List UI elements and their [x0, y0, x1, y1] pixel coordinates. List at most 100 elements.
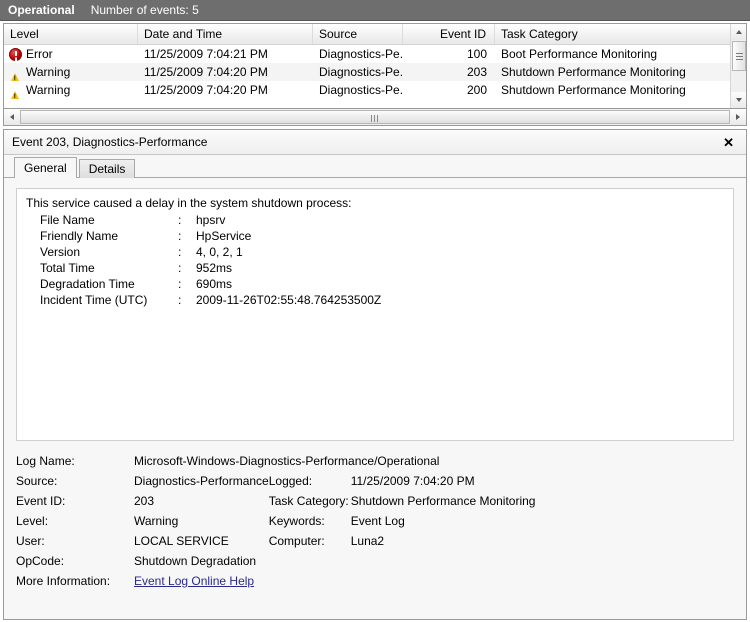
- list-item: Incident Time (UTC) : 2009-11-26T02:55:4…: [40, 292, 381, 308]
- cell-source: Diagnostics-Pe...: [319, 47, 403, 61]
- value-user: LOCAL SERVICE: [134, 534, 229, 548]
- column-header-level[interactable]: Level: [4, 24, 138, 44]
- list-item: Total Time : 952ms: [40, 260, 381, 276]
- event-detail-titlebar: Event 203, Diagnostics-Performance ✕: [4, 130, 746, 155]
- field-value: hpsrv: [196, 213, 226, 227]
- detail-tab-body: This service caused a delay in the syste…: [4, 177, 746, 619]
- cell-level: Warning: [4, 81, 138, 99]
- log-status-strip: Operational Number of events: 5: [0, 0, 750, 21]
- chevron-right-icon: [736, 114, 740, 120]
- value-logged: 11/25/2009 7:04:20 PM: [350, 474, 475, 488]
- cell-task-category: Shutdown Performance Monitoring: [501, 83, 686, 97]
- value-event-id: 203: [134, 494, 155, 508]
- scroll-left-button[interactable]: [4, 109, 20, 125]
- label-event-id: Event ID:: [16, 494, 66, 508]
- field-separator: :: [178, 245, 182, 259]
- field-key: Total Time: [40, 261, 95, 275]
- event-list-horizontal-scrollbar[interactable]: [3, 109, 747, 126]
- table-row: More Information: Event Log Online Help: [16, 571, 535, 591]
- label-level: Level:: [16, 514, 49, 528]
- value-more-information: Event Log Online Help: [134, 571, 535, 591]
- table-row: Source: Diagnostics-Performance Logged: …: [16, 471, 535, 491]
- label-logged: Logged:: [268, 474, 313, 488]
- event-count-label: Number of events: 5: [90, 3, 199, 17]
- label-user: User:: [16, 534, 45, 548]
- cell-task-category: Shutdown Performance Monitoring: [501, 65, 686, 79]
- field-key: Incident Time (UTC): [40, 293, 148, 307]
- event-metadata: Log Name: Microsoft-Windows-Diagnostics-…: [16, 451, 734, 591]
- field-value: 690ms: [196, 277, 233, 291]
- event-message-fields: File Name : hpsrv Friendly Name : HpServ…: [40, 212, 381, 308]
- field-value: HpService: [196, 229, 252, 243]
- label-computer: Computer:: [268, 534, 325, 548]
- event-message-box: This service caused a delay in the syste…: [16, 188, 734, 441]
- label-keywords: Keywords:: [268, 514, 325, 528]
- cell-level-label: Warning: [26, 83, 71, 97]
- value-computer: Luna2: [350, 534, 385, 548]
- field-separator: :: [178, 213, 182, 227]
- value-level: Warning: [134, 514, 179, 528]
- field-value: 2009-11-26T02:55:48.764253500Z: [196, 293, 382, 307]
- table-row: Log Name: Microsoft-Windows-Diagnostics-…: [16, 451, 535, 471]
- column-header-date[interactable]: Date and Time: [138, 24, 313, 44]
- label-log-name: Log Name:: [16, 454, 75, 468]
- close-icon[interactable]: ✕: [719, 134, 738, 151]
- value-source: Diagnostics-Performance: [134, 474, 269, 488]
- column-header-task-category[interactable]: Task Category: [495, 24, 730, 44]
- cell-event-id: 100: [466, 47, 487, 61]
- scroll-right-button[interactable]: [730, 109, 746, 125]
- error-icon: [9, 47, 22, 61]
- grip-icon: [736, 53, 743, 60]
- field-separator: :: [178, 277, 182, 291]
- cell-level: Warning: [4, 63, 138, 81]
- chevron-left-icon: [10, 114, 14, 120]
- cell-level: Error: [4, 45, 138, 63]
- value-opcode: Shutdown Degradation: [134, 554, 257, 568]
- vertical-scrollbar-thumb[interactable]: [732, 41, 746, 71]
- grip-icon: [371, 115, 379, 122]
- field-separator: :: [178, 261, 182, 275]
- table-row: Event ID: 203 Task Category: Shutdown Pe…: [16, 491, 535, 511]
- list-item: Friendly Name : HpService: [40, 228, 381, 244]
- list-item: File Name : hpsrv: [40, 212, 381, 228]
- field-key: Version: [40, 245, 81, 259]
- value-log-name: Microsoft-Windows-Diagnostics-Performanc…: [134, 454, 440, 468]
- column-header-source[interactable]: Source: [313, 24, 403, 44]
- horizontal-scrollbar-thumb[interactable]: [20, 110, 730, 124]
- chevron-down-icon: [736, 98, 742, 102]
- cell-date: 11/25/2009 7:04:20 PM: [144, 83, 268, 97]
- table-row[interactable]: Error 11/25/2009 7:04:21 PM Diagnostics-…: [4, 45, 746, 63]
- scroll-up-button[interactable]: [731, 24, 746, 40]
- event-log-online-help-link[interactable]: Event Log Online Help: [134, 574, 254, 588]
- tab-general[interactable]: General: [14, 157, 77, 178]
- table-row: OpCode: Shutdown Degradation: [16, 551, 535, 571]
- event-detail-title: Event 203, Diagnostics-Performance: [12, 135, 208, 149]
- event-message-headline: This service caused a delay in the syste…: [26, 196, 352, 210]
- event-list-rows: Error 11/25/2009 7:04:21 PM Diagnostics-…: [4, 45, 746, 99]
- field-separator: :: [178, 293, 182, 307]
- cell-source: Diagnostics-Pe...: [319, 65, 403, 79]
- label-source: Source:: [16, 474, 58, 488]
- event-metadata-table: Log Name: Microsoft-Windows-Diagnostics-…: [16, 451, 535, 591]
- detail-tabstrip: General Details: [4, 155, 746, 178]
- cell-source: Diagnostics-Pe...: [319, 83, 403, 97]
- field-value: 4, 0, 2, 1: [196, 245, 243, 259]
- field-key: Friendly Name: [40, 229, 119, 243]
- label-more-information: More Information:: [16, 574, 111, 588]
- list-item: Version : 4, 0, 2, 1: [40, 244, 381, 260]
- event-list-vertical-scrollbar[interactable]: [730, 24, 746, 108]
- tab-details[interactable]: Details: [78, 159, 136, 178]
- field-key: File Name: [40, 213, 95, 227]
- chevron-up-icon: [736, 30, 742, 34]
- event-list-pane: Level Date and Time Source Event ID Task…: [3, 23, 747, 109]
- column-header-event-id[interactable]: Event ID: [403, 24, 495, 44]
- scroll-down-button[interactable]: [731, 92, 746, 108]
- cell-event-id: 203: [466, 65, 487, 79]
- cell-event-id: 200: [466, 83, 487, 97]
- table-row[interactable]: Warning 11/25/2009 7:04:20 PM Diagnostic…: [4, 81, 746, 99]
- event-detail-pane: Event 203, Diagnostics-Performance ✕ Gen…: [3, 129, 747, 620]
- table-row[interactable]: Warning 11/25/2009 7:04:20 PM Diagnostic…: [4, 63, 746, 81]
- cell-date: 11/25/2009 7:04:21 PM: [144, 47, 268, 61]
- label-opcode: OpCode:: [16, 554, 65, 568]
- field-separator: :: [178, 229, 182, 243]
